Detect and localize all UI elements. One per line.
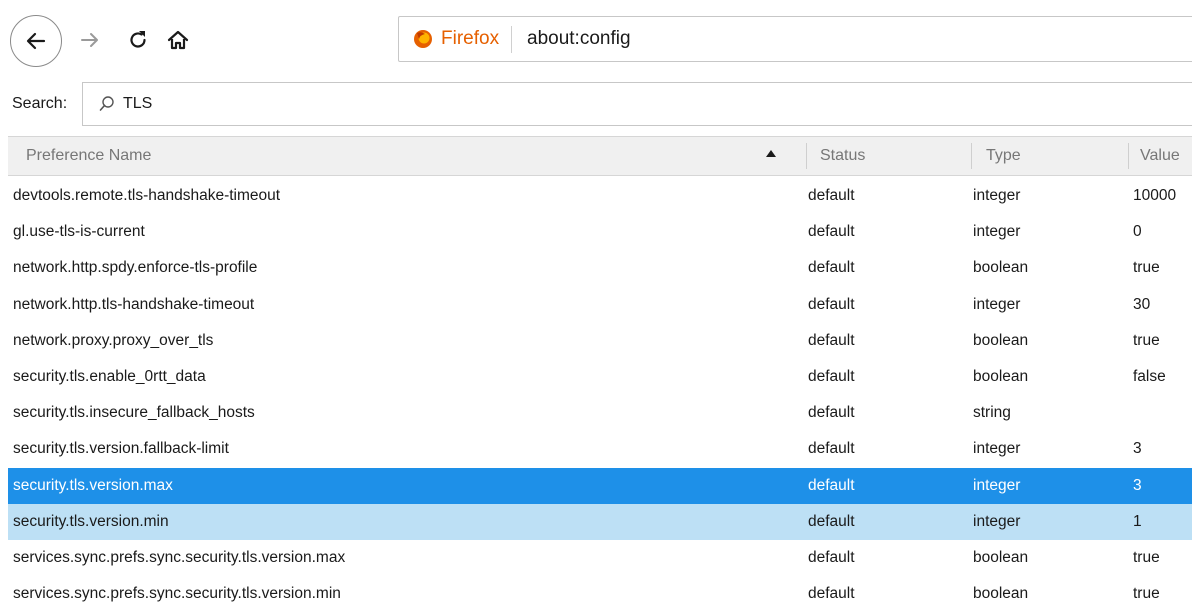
- column-divider[interactable]: [1128, 143, 1129, 169]
- type-cell: string: [973, 404, 1011, 422]
- type-cell: integer: [973, 476, 1021, 494]
- back-arrow-icon: [26, 32, 46, 50]
- preference-name-cell: security.tls.version.max: [13, 476, 173, 494]
- url-separator: [511, 26, 512, 53]
- preference-name-cell: security.tls.enable_0rtt_data: [13, 368, 206, 385]
- preference-name-cell: security.tls.insecure_fallback_hosts: [13, 404, 255, 422]
- home-button[interactable]: [162, 24, 194, 56]
- status-cell: default: [808, 512, 855, 530]
- reload-button[interactable]: [122, 24, 154, 56]
- search-value[interactable]: TLS: [123, 83, 152, 125]
- preference-name-cell: network.proxy.proxy_over_tls: [13, 331, 214, 349]
- address-bar[interactable]: Firefox about:config: [398, 16, 1192, 62]
- url-text[interactable]: about:config: [527, 17, 631, 61]
- value-cell: 10000: [1133, 187, 1177, 204]
- status-cell: default: [808, 295, 855, 313]
- preference-name-cell: security.tls.version.min: [13, 512, 169, 530]
- column-header-status[interactable]: Status: [820, 137, 865, 175]
- table-row[interactable]: network.http.tls-handshake-timeout defaul…: [8, 287, 1192, 323]
- column-header-type[interactable]: Type: [986, 137, 1021, 175]
- column-divider[interactable]: [971, 143, 972, 169]
- home-icon: [167, 30, 189, 50]
- preference-name-cell: services.sync.prefs.sync.security.tls.ve…: [13, 549, 346, 566]
- reload-icon: [130, 31, 146, 48]
- search-row: Search: TLS: [0, 78, 1192, 130]
- type-cell: integer: [973, 223, 1021, 241]
- forward-button[interactable]: [74, 24, 106, 56]
- type-cell: integer: [973, 295, 1021, 313]
- table-row[interactable]: security.tls.version.min default integer 1: [8, 503, 1192, 540]
- preference-name-cell: network.http.spdy.enforce-tls-profile: [13, 259, 258, 277]
- table-row[interactable]: services.sync.prefs.sync.security.tls.ve…: [8, 540, 1192, 576]
- table-row[interactable]: security.tls.enable_0rtt_data default bool…: [8, 359, 1192, 395]
- value-cell: 0: [1133, 223, 1142, 241]
- table-header: Preference Name Status Type Value: [8, 136, 1192, 176]
- type-cell: boolean: [973, 368, 1029, 385]
- table-row[interactable]: network.proxy.proxy_over_tls default boole…: [8, 323, 1192, 359]
- sort-ascending-icon[interactable]: [766, 150, 776, 157]
- search-icon: [99, 96, 114, 111]
- type-cell: boolean: [973, 259, 1029, 277]
- table-row[interactable]: security.tls.insecure_fallback_hosts defa…: [8, 395, 1192, 431]
- preference-name-cell: security.tls.version.fallback-limit: [13, 440, 229, 458]
- value-cell: 30: [1133, 295, 1151, 313]
- value-cell: 3: [1133, 440, 1142, 458]
- preference-name-cell: services.sync.prefs.sync.security.tls.ve…: [13, 585, 341, 603]
- identity-label: Firefox: [441, 28, 500, 49]
- table-row[interactable]: security.tls.version.fallback-limit defau…: [8, 431, 1192, 467]
- type-cell: boolean: [973, 585, 1029, 603]
- back-button[interactable]: [10, 15, 62, 67]
- status-cell: default: [808, 549, 855, 566]
- preference-name-cell: devtools.remote.tls-handshake-timeout: [13, 187, 281, 204]
- table-row[interactable]: gl.use-tls-is-current default integer 0: [8, 214, 1192, 250]
- status-cell: default: [808, 331, 855, 349]
- status-cell: default: [808, 368, 855, 385]
- value-cell: true: [1133, 331, 1160, 349]
- status-cell: default: [808, 223, 855, 241]
- status-cell: default: [808, 187, 855, 204]
- value-cell: false: [1133, 368, 1166, 385]
- status-cell: default: [808, 259, 855, 277]
- table-row[interactable]: security.tls.version.max default integer 3: [8, 467, 1192, 504]
- type-cell: integer: [973, 512, 1021, 530]
- type-cell: boolean: [973, 549, 1029, 566]
- preference-name-cell: network.http.tls-handshake-timeout: [13, 295, 255, 313]
- firefox-logo-icon: [414, 30, 432, 48]
- value-cell: true: [1133, 585, 1160, 603]
- search-input[interactable]: TLS: [82, 82, 1192, 126]
- preference-name-cell: gl.use-tls-is-current: [13, 223, 145, 241]
- table-row[interactable]: services.sync.prefs.sync.security.tls.ve…: [8, 576, 1192, 612]
- identity-box[interactable]: Firefox: [413, 17, 499, 61]
- status-cell: default: [808, 585, 855, 603]
- value-cell: 1: [1133, 512, 1142, 530]
- value-cell: true: [1133, 259, 1160, 277]
- search-label: Search:: [12, 95, 68, 112]
- status-cell: default: [808, 440, 855, 458]
- forward-arrow-icon: [81, 33, 98, 47]
- type-cell: boolean: [973, 331, 1029, 349]
- column-header-preference-name[interactable]: Preference Name: [26, 137, 151, 175]
- preferences-table: Preference Name Status Type Value devtoo…: [0, 136, 1192, 614]
- value-cell: true: [1133, 549, 1160, 566]
- status-cell: default: [808, 476, 855, 494]
- column-header-value[interactable]: Value: [1140, 137, 1180, 175]
- type-cell: integer: [973, 440, 1021, 458]
- navigation-toolbar: Firefox about:config: [0, 0, 1192, 72]
- column-divider[interactable]: [806, 143, 807, 169]
- value-cell: 3: [1133, 476, 1142, 494]
- table-row[interactable]: devtools.remote.tls-handshake-timeout def…: [8, 178, 1192, 214]
- table-row[interactable]: network.http.spdy.enforce-tls-profile def…: [8, 250, 1192, 286]
- type-cell: integer: [973, 187, 1021, 204]
- status-cell: default: [808, 404, 855, 422]
